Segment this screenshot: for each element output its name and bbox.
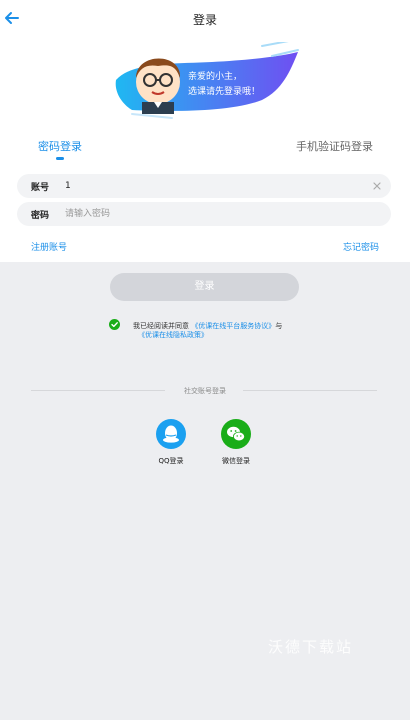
clear-icon[interactable] [372,181,382,191]
banner-text: 亲爱的小主， 选课请先登录哦！ [188,70,268,100]
account-input[interactable] [65,177,365,195]
privacy-policy-link[interactable]: 《优课在线隐私政策》 [138,330,208,340]
wechat-icon [221,419,251,449]
banner-line-2: 选课请先登录哦！ [188,87,261,97]
account-label: 账号 [31,183,50,193]
app-header: 登录 [0,0,410,38]
check-icon[interactable] [109,319,120,330]
qq-login-label: QQ登录 [158,457,184,465]
qq-login-button[interactable]: QQ登录 [146,419,196,466]
password-input[interactable] [65,205,365,223]
password-label: 密码 [31,211,50,221]
tab-active-indicator [56,157,64,160]
register-link[interactable]: 注册账号 [31,240,67,253]
wechat-login-label: 微信登录 [222,457,250,465]
tab-password-login[interactable]: 密码登录 [38,138,82,154]
qq-icon [156,419,186,449]
divider-right [243,390,377,391]
service-agreement-link[interactable]: 《优课在线平台服务协议》 [191,322,275,330]
password-field: 密码 [17,202,391,226]
watermark: 沃德下载站 [268,638,354,656]
agreement-prefix: 我已经阅读并同意 [133,322,189,330]
social-login-label: 社交账号登录 [184,387,226,395]
banner-line-1: 亲爱的小主， [188,72,243,82]
agreement-and: 与 [275,322,283,330]
page-title: 登录 [192,13,217,27]
forgot-password-link[interactable]: 忘记密码 [343,240,379,253]
tab-sms-login[interactable]: 手机验证码登录 [296,138,373,154]
avatar [136,58,181,114]
wechat-login-button[interactable]: 微信登录 [211,419,261,466]
account-field: 账号 [17,174,391,198]
login-button[interactable]: 登录 [110,273,299,301]
